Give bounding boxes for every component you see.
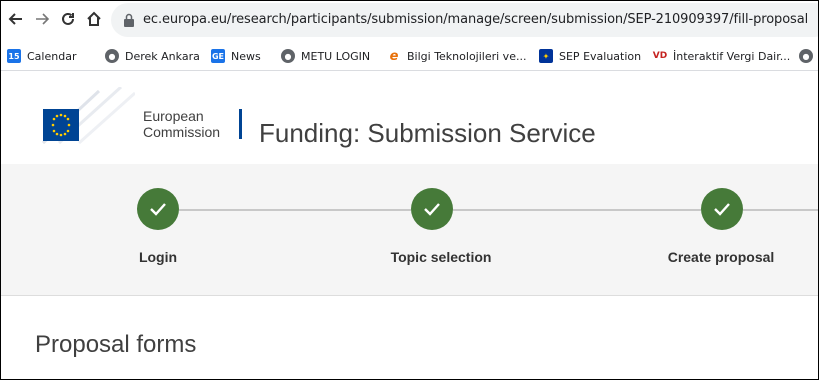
org-name: European Commission <box>143 108 220 140</box>
step-login-label: Login <box>138 249 178 265</box>
step-login-indicator <box>137 188 179 230</box>
bookmark-label: Bilgi Teknolojileri ve... <box>407 49 527 63</box>
vd-icon: VD <box>652 51 668 61</box>
eu-flag-icon: ✦ <box>539 49 553 63</box>
step-connector <box>179 209 411 211</box>
lock-icon <box>124 13 134 27</box>
back-button[interactable] <box>5 8 27 30</box>
bookmark-label: Calendar <box>27 49 77 63</box>
section-title: Proposal forms <box>35 331 197 358</box>
bookmarks-bar: 15 Calendar ● Derek Ankara GE News ● MET… <box>1 41 818 71</box>
step-topic-selection-label: Topic selection <box>390 249 492 265</box>
bookmark-interaktif-vergi[interactable]: VD İnteraktif Vergi Dair... <box>653 47 790 65</box>
checkmark-icon <box>424 203 440 216</box>
step-create-proposal-indicator <box>701 188 743 230</box>
arrow-right-icon <box>36 13 50 25</box>
org-name-line2: Commission <box>143 124 221 140</box>
bookmark-derek-ankara[interactable]: ● Derek Ankara <box>105 47 200 65</box>
home-button[interactable] <box>83 8 105 30</box>
reload-button[interactable] <box>57 8 79 30</box>
browser-window: ec.europa.eu/research/participants/submi… <box>0 0 819 380</box>
reload-icon <box>62 12 74 25</box>
checkmark-icon <box>150 203 166 216</box>
calendar-icon: 15 <box>7 49 21 63</box>
step-create-proposal-label: Create proposal <box>667 249 775 265</box>
bookmark-overflow[interactable]: ● <box>799 47 818 65</box>
address-bar[interactable]: ec.europa.eu/research/participants/submi… <box>111 3 818 37</box>
bookmark-calendar[interactable]: 15 Calendar <box>7 47 76 65</box>
url-text[interactable]: ec.europa.eu/research/participants/submi… <box>143 12 808 27</box>
bookmark-label: İnteraktif Vergi Dair... <box>673 49 791 63</box>
org-name-line1: European <box>143 108 204 124</box>
european-commission-logo <box>41 87 135 145</box>
page-title: Funding: Submission Service <box>259 118 596 148</box>
news-icon: GE <box>211 49 225 63</box>
header-divider <box>239 109 242 139</box>
arrow-left-icon <box>8 13 22 25</box>
bookmark-label: SEP Evaluation <box>559 49 642 63</box>
checkmark-icon <box>714 203 730 216</box>
bookmark-sep-evaluation[interactable]: ✦ SEP Evaluation <box>539 47 641 65</box>
step-connector <box>453 209 701 211</box>
address-bar-row: ec.europa.eu/research/participants/submi… <box>1 1 818 41</box>
globe-icon: ● <box>799 49 813 63</box>
bookmark-label: METU LOGIN <box>301 49 371 63</box>
bookmark-bilgi[interactable]: e Bilgi Teknolojileri ve... <box>387 47 527 65</box>
bookmark-label: News <box>231 49 261 63</box>
progress-stepper: Login Topic selection Create proposal <box>1 164 818 296</box>
forward-button[interactable] <box>31 8 53 30</box>
site-header: European Commission Funding: Submission … <box>1 72 818 164</box>
step-connector <box>743 209 818 211</box>
bookmark-news[interactable]: GE News <box>211 47 261 65</box>
globe-icon: ● <box>281 49 295 63</box>
bookmark-metu-login[interactable]: ● METU LOGIN <box>281 47 370 65</box>
home-icon <box>87 11 101 26</box>
edge-icon: e <box>389 48 399 64</box>
bookmark-label: Derek Ankara <box>125 49 200 63</box>
globe-icon: ● <box>105 49 119 63</box>
step-topic-selection-indicator <box>411 188 453 230</box>
